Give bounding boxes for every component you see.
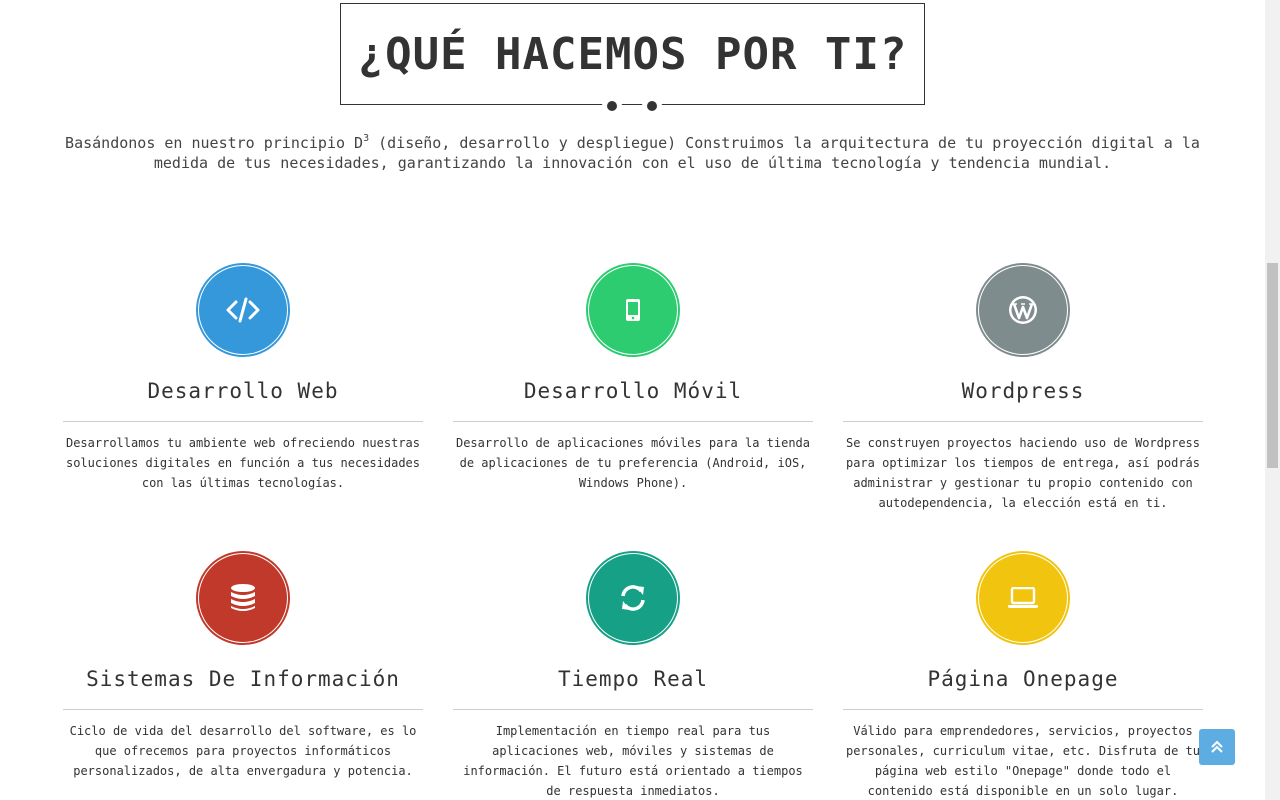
service-title: Desarrollo Web <box>147 379 339 403</box>
section-title-box: ¿QUÉ HACEMOS POR TI? <box>340 3 925 105</box>
service-description: Ciclo de vida del desarrollo del softwar… <box>69 724 417 778</box>
wordpress-icon <box>979 266 1067 354</box>
title-dot <box>602 96 622 116</box>
service-description: Válido para emprendedores, servicios, pr… <box>845 724 1200 798</box>
service-description: Desarrollamos tu ambiente web ofreciendo… <box>65 436 420 490</box>
divider <box>453 421 813 422</box>
service-icon-ring <box>196 263 290 357</box>
divider <box>63 421 423 422</box>
service-title: Sistemas De Información <box>86 667 400 691</box>
page-scrollbar[interactable] <box>1265 0 1280 800</box>
service-icon-ring <box>586 551 680 645</box>
divider <box>63 709 423 710</box>
service-icon-ring <box>976 551 1070 645</box>
double-chevron-up-icon <box>1211 740 1223 753</box>
title-dots <box>602 96 664 116</box>
service-description: Desarrollo de aplicaciones móviles para … <box>455 436 810 490</box>
title-dot <box>642 96 662 116</box>
back-to-top-button[interactable] <box>1199 729 1235 765</box>
service-title: Página Onepage <box>927 667 1119 691</box>
laptop-icon <box>979 554 1067 642</box>
service-title: Desarrollo Móvil <box>523 379 743 403</box>
service-description: Implementación en tiempo real para tus a… <box>463 724 803 798</box>
services-section: ¿QUÉ HACEMOS POR TI? Basándonos en nuest… <box>0 0 1265 800</box>
mobile-icon <box>589 266 677 354</box>
service-title: Tiempo Real <box>557 667 709 691</box>
service-icon-ring <box>586 263 680 357</box>
service-icon-ring <box>976 263 1070 357</box>
section-title: ¿QUÉ HACEMOS POR TI? <box>357 29 908 80</box>
database-icon <box>199 554 287 642</box>
divider <box>843 421 1203 422</box>
divider <box>843 709 1203 710</box>
service-title: Wordpress <box>961 379 1085 403</box>
service-icon-ring <box>196 551 290 645</box>
service-description: Se construyen proyectos haciendo uso de … <box>845 436 1200 510</box>
refresh-icon <box>589 554 677 642</box>
scrollbar-thumb[interactable] <box>1267 263 1278 468</box>
divider <box>453 709 813 710</box>
section-intro: Basándonos en nuestro principio D3 (dise… <box>65 133 1200 173</box>
code-icon <box>199 266 287 354</box>
